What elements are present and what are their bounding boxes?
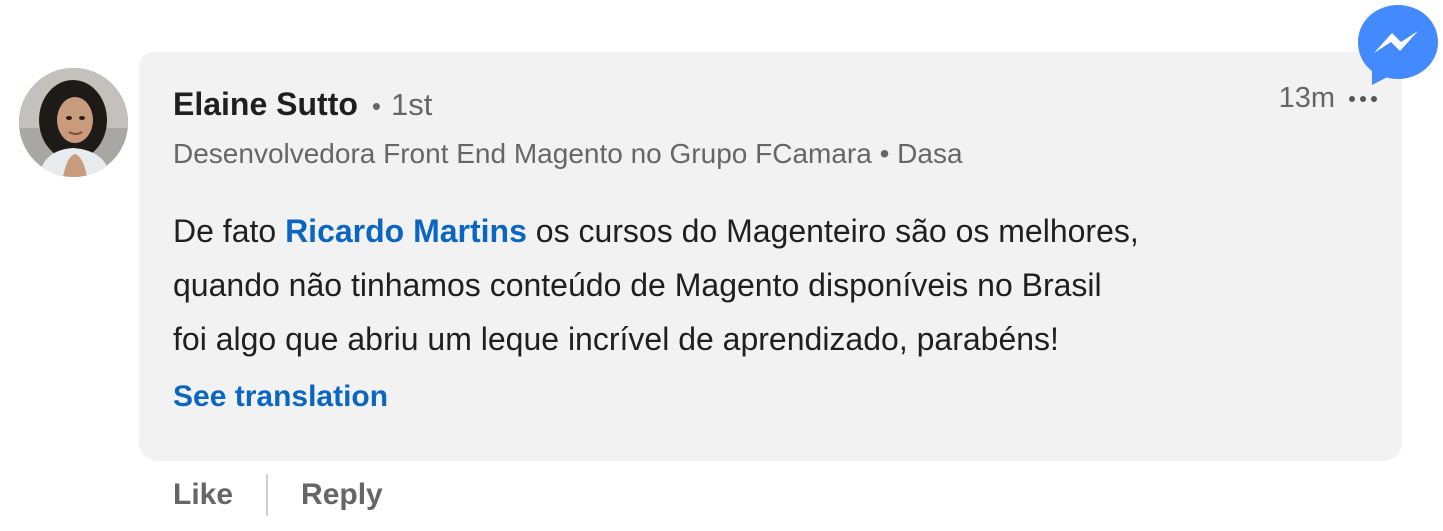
comment-line-3: foi algo que abriu um leque incrível de … bbox=[173, 321, 1059, 357]
profile-photo bbox=[19, 68, 128, 177]
see-translation-link[interactable]: See translation bbox=[173, 380, 388, 414]
degree-separator: • bbox=[371, 91, 382, 121]
author-name[interactable]: Elaine Sutto bbox=[173, 86, 358, 123]
action-divider bbox=[266, 474, 269, 516]
author-headline: Desenvolvedora Front End Magento no Grup… bbox=[173, 138, 963, 169]
like-button[interactable]: Like bbox=[173, 478, 233, 512]
messenger-icon[interactable] bbox=[1357, 4, 1439, 86]
comment-thread: Elaine Sutto • 1st Desenvolvedora Front … bbox=[0, 0, 1443, 531]
comment-line-1: De fato Ricardo Martins os cursos do Mag… bbox=[173, 204, 1373, 258]
ellipsis-icon[interactable] bbox=[1349, 92, 1377, 106]
connection-degree: 1st bbox=[391, 87, 433, 122]
comment-line-2: quando não tinhamos conteúdo de Magento … bbox=[173, 267, 1102, 303]
avatar[interactable] bbox=[19, 68, 128, 177]
comment-text: De fato Ricardo Martins os cursos do Mag… bbox=[173, 204, 1373, 366]
reply-button[interactable]: Reply bbox=[301, 478, 383, 512]
mention-link[interactable]: Ricardo Martins bbox=[285, 213, 527, 249]
comment-text-prefix: De fato bbox=[173, 213, 286, 249]
comment-actions: Like Reply bbox=[173, 474, 383, 516]
comment-text-suffix: os cursos do Magenteiro são os melhores, bbox=[526, 213, 1139, 249]
author-row: Elaine Sutto • 1st bbox=[173, 86, 432, 123]
comment-meta: 13m bbox=[1279, 82, 1377, 115]
timestamp: 13m bbox=[1278, 82, 1335, 114]
